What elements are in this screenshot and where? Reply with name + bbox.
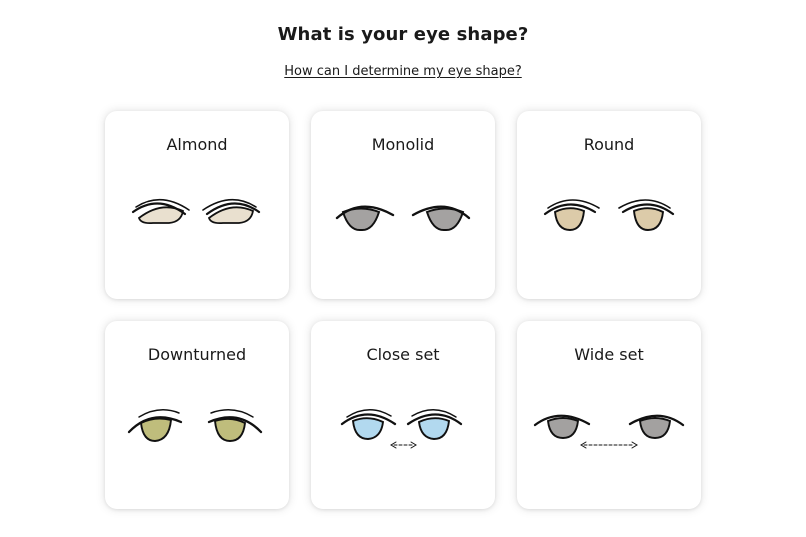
option-card-wide-set[interactable]: Wide set <box>517 321 701 509</box>
option-label: Close set <box>366 345 440 364</box>
help-link-container: How can I determine my eye shape? <box>0 64 806 79</box>
option-card-close-set[interactable]: Close set <box>311 321 495 509</box>
option-label: Downturned <box>147 345 247 364</box>
option-card-almond[interactable]: Almond <box>105 111 289 299</box>
page-title: What is your eye shape? <box>277 24 529 45</box>
eye-shape-options: Almond Monolid Round Downturned Close se… <box>105 111 701 509</box>
option-label: Round <box>583 135 635 154</box>
eye-shape-help-link[interactable]: How can I determine my eye shape? <box>284 64 522 79</box>
option-card-round[interactable]: Round <box>517 111 701 299</box>
option-label: Wide set <box>574 345 644 364</box>
option-label: Almond <box>166 135 228 154</box>
option-card-downturned[interactable]: Downturned <box>105 321 289 509</box>
option-card-monolid[interactable]: Monolid <box>311 111 495 299</box>
option-label: Monolid <box>371 135 435 154</box>
